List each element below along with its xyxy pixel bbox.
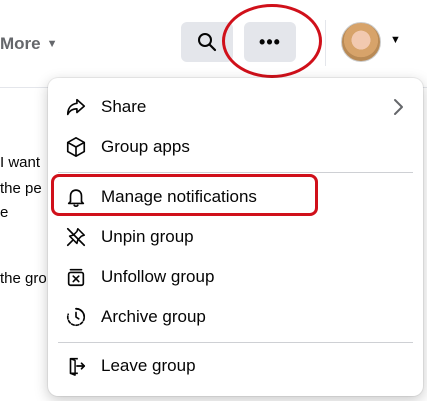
- menu-item-unfollow-group[interactable]: Unfollow group: [48, 257, 423, 297]
- menu-item-label: Manage notifications: [101, 187, 257, 206]
- leave-icon: [64, 354, 88, 378]
- feed-text-line: the gro: [0, 270, 47, 287]
- menu-item-label: Share: [101, 97, 147, 116]
- caret-down-icon[interactable]: ▼: [390, 34, 401, 46]
- menu-item-group-apps[interactable]: Group apps: [48, 127, 423, 167]
- feed-text-line: the pe: [0, 180, 42, 197]
- header-divider: [325, 20, 326, 66]
- menu-item-label: Unpin group: [101, 227, 194, 246]
- menu-item-leave-group[interactable]: Leave group: [48, 346, 423, 386]
- menu-item-unpin-group[interactable]: Unpin group: [48, 217, 423, 257]
- cube-icon: [64, 135, 88, 159]
- chevron-right-icon: [389, 98, 407, 116]
- feed-text-line: I want: [0, 154, 41, 171]
- avatar[interactable]: [341, 22, 381, 62]
- more-tab[interactable]: More ▼: [0, 30, 58, 58]
- more-tab-label: More: [0, 34, 41, 53]
- search-button[interactable]: [181, 22, 233, 62]
- archive-icon: [64, 305, 88, 329]
- search-icon: [197, 32, 217, 52]
- feed-text-line: e: [0, 204, 9, 221]
- menu-divider: [58, 342, 413, 343]
- unfollow-icon: [64, 265, 88, 289]
- menu-item-label: Archive group: [101, 307, 206, 326]
- share-icon: [64, 95, 88, 119]
- caret-down-icon: ▼: [46, 38, 58, 50]
- menu-item-label: Group apps: [101, 137, 190, 156]
- more-options-button[interactable]: •••: [244, 22, 296, 62]
- group-options-menu: Share Group apps Manage notifications Un…: [48, 78, 423, 396]
- menu-item-label: Unfollow group: [101, 267, 215, 286]
- unpin-icon: [64, 225, 88, 249]
- menu-item-share[interactable]: Share: [48, 87, 423, 127]
- bell-icon: [64, 185, 88, 209]
- group-header-bar: More ▼ ••• ▼: [0, 0, 427, 88]
- menu-item-label: Leave group: [101, 356, 196, 375]
- more-options-icon: •••: [259, 31, 281, 52]
- menu-divider: [58, 172, 413, 173]
- menu-item-archive-group[interactable]: Archive group: [48, 297, 423, 337]
- menu-item-manage-notifications[interactable]: Manage notifications: [48, 177, 423, 217]
